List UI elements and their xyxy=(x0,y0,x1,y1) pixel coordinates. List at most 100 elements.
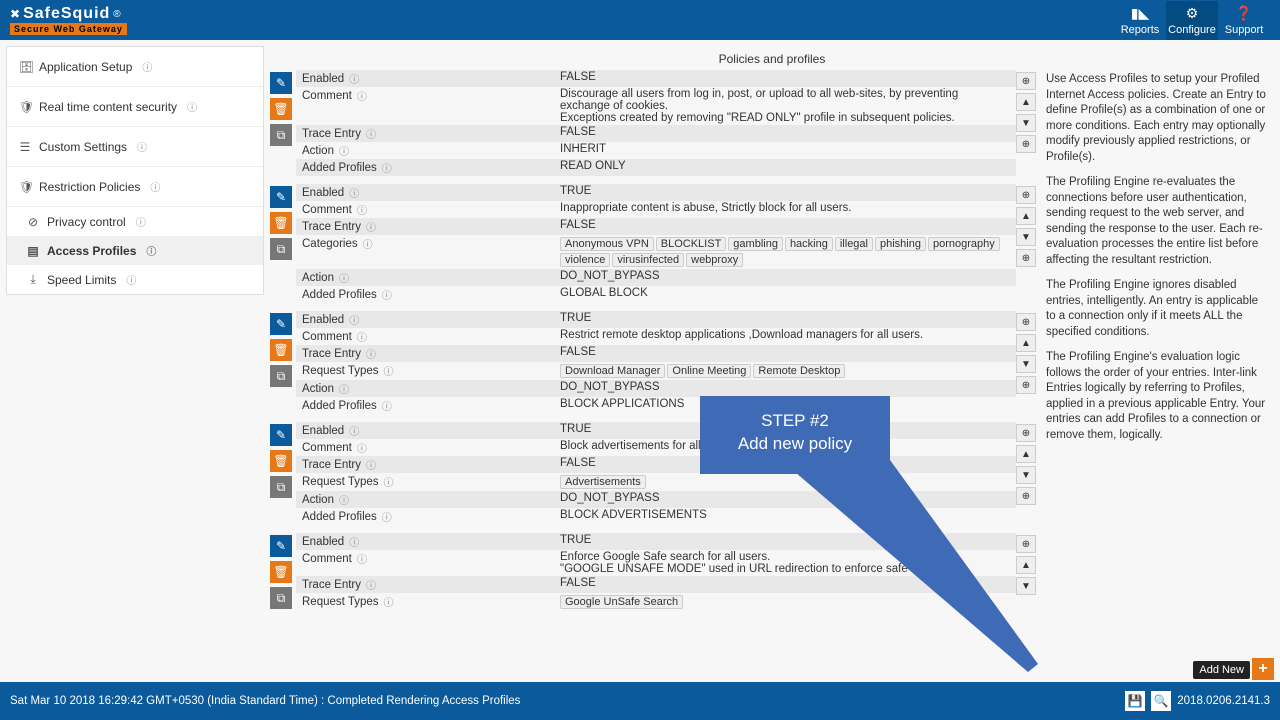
policy-row: Trace Entry ⓘFALSE xyxy=(296,345,1016,362)
sidebar-item-access-profiles[interactable]: ▤ Access Profiles ⓘ xyxy=(7,236,263,265)
help-icon: ❓ xyxy=(1218,5,1270,22)
delete-button[interactable]: 🗑 xyxy=(270,212,292,234)
reports-button[interactable]: ▮◣ Reports xyxy=(1114,1,1166,40)
tag: gambling xyxy=(728,237,783,251)
info-icon: ⓘ xyxy=(339,492,349,507)
sidebar-item-restriction[interactable]: 🛡 Restriction Policies ⓘ xyxy=(7,167,263,207)
sidebar-item-speed-limits[interactable]: ⤓ Speed Limits ⓘ xyxy=(7,265,263,294)
policy-grid: Enabled ⓘFALSEComment ⓘDiscourage all us… xyxy=(296,70,1016,176)
info-icon: ⓘ xyxy=(187,99,197,114)
policy-field-label: Action ⓘ xyxy=(296,142,554,159)
policy-field-label: Enabled ⓘ xyxy=(296,184,554,201)
page-title: Policies and profiles xyxy=(270,46,1274,70)
info-icon: ⓘ xyxy=(366,126,376,141)
policy-field-label: Request Types ⓘ xyxy=(296,362,554,379)
policy-field-value: GLOBAL BLOCK xyxy=(554,286,1016,300)
support-label: Support xyxy=(1225,24,1264,36)
policy-tools: ✎ 🗑 ⧉ xyxy=(270,422,296,525)
sidebar-item-realtime[interactable]: 🛡 Real time content security ⓘ xyxy=(7,87,263,127)
policy-field-value: TRUE xyxy=(554,184,1016,198)
policy-field-label: Comment ⓘ xyxy=(296,328,554,345)
info-icon: ⓘ xyxy=(382,160,392,175)
info-icon: ⓘ xyxy=(382,287,392,302)
delete-button[interactable]: 🗑 xyxy=(270,339,292,361)
help-text: The Profiling Engine re-evaluates the co… xyxy=(1046,175,1270,268)
policy-field-label: Enabled ⓘ xyxy=(296,70,554,87)
move-down-button[interactable]: ▼ xyxy=(1016,355,1036,373)
move-up-button[interactable]: ▲ xyxy=(1016,93,1036,111)
policy-field-label: Enabled ⓘ xyxy=(296,533,554,550)
save-icon[interactable]: 💾 xyxy=(1125,691,1145,711)
move-down-button[interactable]: ▼ xyxy=(1016,228,1036,246)
sliders-icon: ☰ xyxy=(19,140,31,154)
policy-field-value: INHERIT xyxy=(554,142,1016,156)
briefcase-icon: 🗄 xyxy=(19,60,31,74)
policy-field-label: Comment ⓘ xyxy=(296,87,554,104)
tag: phishing xyxy=(875,237,926,251)
clone-button[interactable]: ⧉ xyxy=(270,238,292,260)
info-icon: ⓘ xyxy=(382,509,392,524)
policy-row: Trace Entry ⓘFALSE xyxy=(296,125,1016,142)
help-text: Use Access Profiles to setup your Profil… xyxy=(1046,72,1270,165)
wrench-icon: ✖ xyxy=(10,7,20,21)
sidebar-label: Custom Settings xyxy=(39,140,127,154)
delete-button[interactable]: 🗑 xyxy=(270,561,292,583)
clone-button[interactable]: ⧉ xyxy=(270,365,292,387)
policy-field-value: FALSE xyxy=(554,218,1016,232)
info-icon: ⓘ xyxy=(357,551,367,566)
move-top-button[interactable]: ⊕ xyxy=(1016,72,1036,90)
move-up-button[interactable]: ▲ xyxy=(1016,207,1036,225)
gauge-icon: ⤓ xyxy=(27,272,39,287)
move-bottom-button[interactable]: ⊕ xyxy=(1016,135,1036,153)
policy-field-label: Trace Entry ⓘ xyxy=(296,218,554,235)
add-new-button[interactable]: + xyxy=(1252,658,1274,680)
clone-button[interactable]: ⧉ xyxy=(270,587,292,609)
tag: Advertisements xyxy=(560,475,646,489)
clone-button[interactable]: ⧉ xyxy=(270,124,292,146)
plus-icon: + xyxy=(1258,660,1267,678)
edit-button[interactable]: ✎ xyxy=(270,424,292,446)
policy-field-label: Categories ⓘ xyxy=(296,235,554,252)
policy-tools: ✎ 🗑 ⧉ xyxy=(270,70,296,176)
edit-button[interactable]: ✎ xyxy=(270,313,292,335)
sidebar-item-custom[interactable]: ☰ Custom Settings ⓘ xyxy=(7,127,263,167)
sidebar-label: Restriction Policies xyxy=(39,180,140,194)
move-top-button[interactable]: ⊕ xyxy=(1016,313,1036,331)
info-icon: ⓘ xyxy=(349,423,359,438)
help-text: The Profiling Engine ignores disabled en… xyxy=(1046,278,1270,340)
edit-button[interactable]: ✎ xyxy=(270,186,292,208)
support-button[interactable]: ❓ Support xyxy=(1218,1,1270,40)
policy-field-value: Discourage all users from log in, post, … xyxy=(554,87,1016,125)
move-bottom-button[interactable]: ⊕ xyxy=(1016,376,1036,394)
policy-field-value: Download ManagerOnline MeetingRemote Des… xyxy=(554,362,1016,380)
brand-name: SafeSquid xyxy=(23,5,110,23)
policy-row: Comment ⓘRestrict remote desktop applica… xyxy=(296,328,1016,345)
policy-row: Action ⓘINHERIT xyxy=(296,142,1016,159)
policy-field-label: Request Types ⓘ xyxy=(296,473,554,490)
policy-field-value: READ ONLY xyxy=(554,159,1016,173)
brand-tagline: Secure Web Gateway xyxy=(10,23,127,35)
eye-icon: ⊘ xyxy=(27,215,39,229)
move-up-button[interactable]: ▲ xyxy=(1016,334,1036,352)
move-top-button[interactable]: ⊕ xyxy=(1016,186,1036,204)
configure-button[interactable]: ⚙ Configure xyxy=(1166,1,1218,40)
sidebar-item-app-setup[interactable]: 🗄 Application Setup ⓘ xyxy=(7,47,263,87)
clone-button[interactable]: ⧉ xyxy=(270,476,292,498)
sidebar-item-privacy[interactable]: ⊘ Privacy control ⓘ xyxy=(7,207,263,236)
policy-field-value: DO_NOT_BYPASS xyxy=(554,269,1016,283)
edit-button[interactable]: ✎ xyxy=(270,535,292,557)
tag: Remote Desktop xyxy=(753,364,845,378)
policy-row: Enabled ⓘTRUE xyxy=(296,311,1016,328)
delete-button[interactable]: 🗑 xyxy=(270,450,292,472)
search-icon[interactable]: 🔍 xyxy=(1151,691,1171,711)
edit-button[interactable]: ✎ xyxy=(270,72,292,94)
move-down-button[interactable]: ▼ xyxy=(1016,114,1036,132)
delete-button[interactable]: 🗑 xyxy=(270,98,292,120)
callout-text: Add new policy xyxy=(710,433,880,456)
policy-field-label: Comment ⓘ xyxy=(296,439,554,456)
info-icon: ⓘ xyxy=(349,312,359,327)
policy-tools: ✎ 🗑 ⧉ xyxy=(270,533,296,611)
tag: illegal xyxy=(835,237,873,251)
move-bottom-button[interactable]: ⊕ xyxy=(1016,249,1036,267)
info-icon: ⓘ xyxy=(384,363,394,378)
